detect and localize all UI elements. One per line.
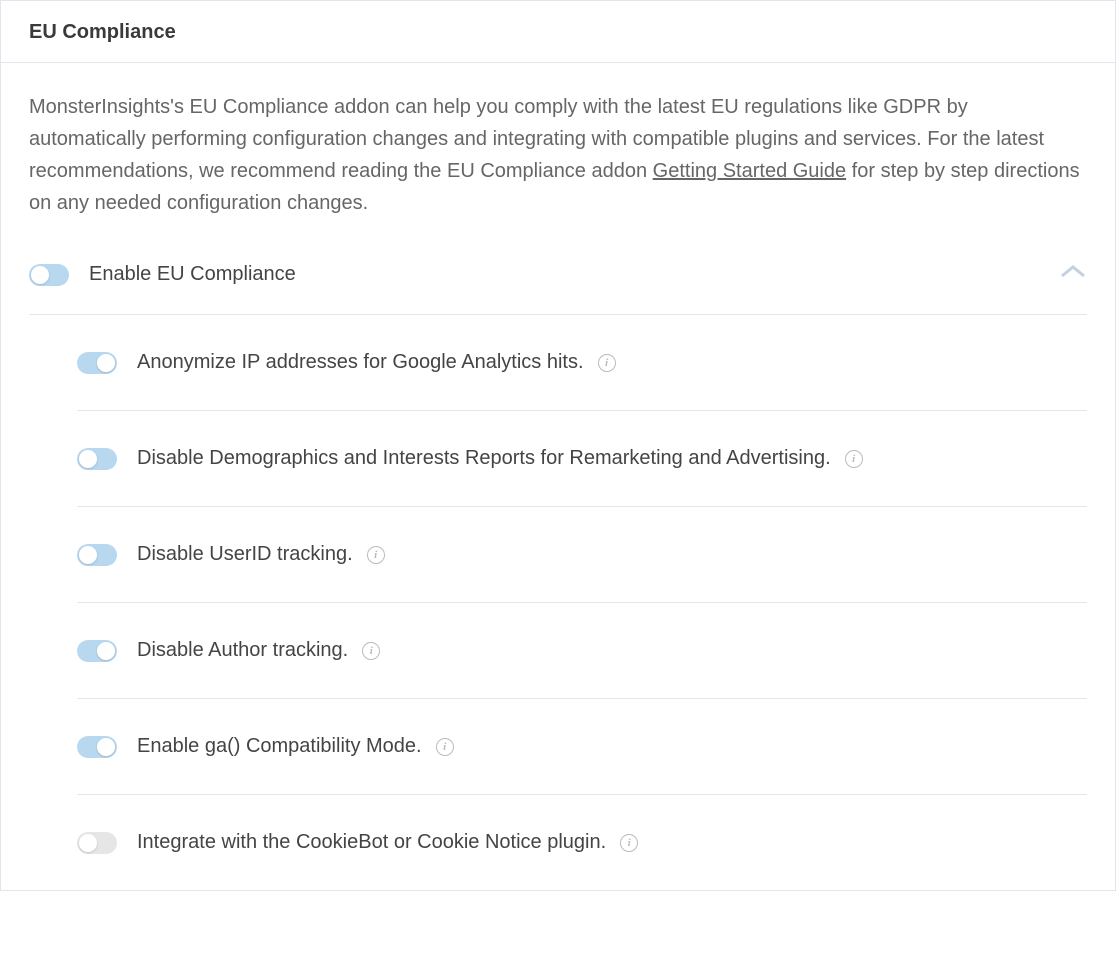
collapse-chevron-icon[interactable] xyxy=(1059,263,1087,286)
enable-eu-compliance-label: Enable EU Compliance xyxy=(89,263,296,286)
cookiebot-toggle[interactable] xyxy=(77,832,117,854)
disable-demographics-toggle[interactable] xyxy=(77,448,117,470)
info-icon[interactable]: i xyxy=(620,834,638,852)
disable-userid-label: Disable UserID tracking. xyxy=(137,543,353,566)
info-icon[interactable]: i xyxy=(367,546,385,564)
getting-started-link[interactable]: Getting Started Guide xyxy=(653,160,846,182)
toggle-knob xyxy=(79,450,97,468)
info-icon[interactable]: i xyxy=(598,354,616,372)
toggle-knob xyxy=(79,546,97,564)
toggle-knob xyxy=(97,354,115,372)
info-icon[interactable]: i xyxy=(436,738,454,756)
panel-title: EU Compliance xyxy=(29,21,1087,44)
disable-author-row: Disable Author tracking. i xyxy=(77,603,1087,699)
cookiebot-row: Integrate with the CookieBot or Cookie N… xyxy=(77,795,1087,890)
panel-header: EU Compliance xyxy=(1,1,1115,63)
toggle-knob xyxy=(31,266,49,284)
toggle-knob xyxy=(97,642,115,660)
panel-body: MonsterInsights's EU Compliance addon ca… xyxy=(1,63,1115,890)
disable-userid-row: Disable UserID tracking. i xyxy=(77,507,1087,603)
enable-eu-compliance-row: Enable EU Compliance xyxy=(29,249,1087,315)
disable-demographics-row: Disable Demographics and Interests Repor… xyxy=(77,411,1087,507)
disable-userid-toggle[interactable] xyxy=(77,544,117,566)
toggle-knob xyxy=(79,834,97,852)
info-icon[interactable]: i xyxy=(362,642,380,660)
anonymize-ip-toggle[interactable] xyxy=(77,352,117,374)
info-icon[interactable]: i xyxy=(845,450,863,468)
enable-ga-compat-label: Enable ga() Compatibility Mode. xyxy=(137,735,422,758)
enable-eu-compliance-toggle[interactable] xyxy=(29,264,69,286)
eu-compliance-panel: EU Compliance MonsterInsights's EU Compl… xyxy=(0,0,1116,891)
panel-description: MonsterInsights's EU Compliance addon ca… xyxy=(29,91,1087,219)
sub-settings-list: Anonymize IP addresses for Google Analyt… xyxy=(29,315,1087,890)
disable-author-toggle[interactable] xyxy=(77,640,117,662)
enable-ga-compat-toggle[interactable] xyxy=(77,736,117,758)
cookiebot-label: Integrate with the CookieBot or Cookie N… xyxy=(137,831,606,854)
disable-demographics-label: Disable Demographics and Interests Repor… xyxy=(137,447,831,470)
anonymize-ip-label: Anonymize IP addresses for Google Analyt… xyxy=(137,351,584,374)
toggle-knob xyxy=(97,738,115,756)
anonymize-ip-row: Anonymize IP addresses for Google Analyt… xyxy=(77,315,1087,411)
disable-author-label: Disable Author tracking. xyxy=(137,639,348,662)
enable-ga-compat-row: Enable ga() Compatibility Mode. i xyxy=(77,699,1087,795)
